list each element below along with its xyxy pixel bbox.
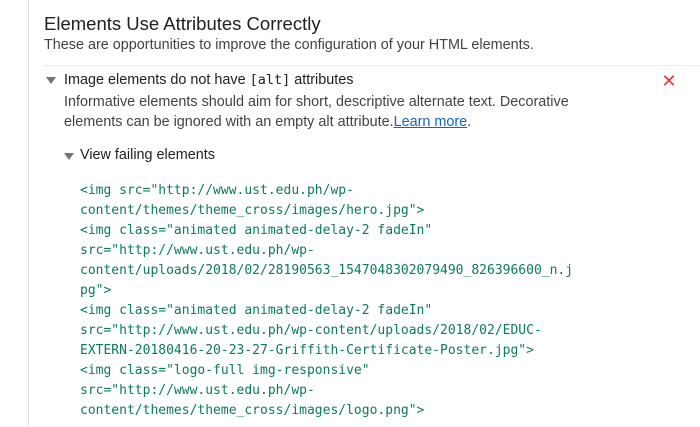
audit-title[interactable]: Image elements do not have [alt] attribu… [64, 72, 353, 88]
audit-title-prefix: Image elements do not have [64, 72, 250, 88]
audit-expand-caret-icon[interactable] [46, 77, 56, 84]
code-line: src="http://www.ust.edu.ph/wp- [80, 243, 315, 258]
learn-more-period: . [467, 114, 472, 130]
section-divider [44, 65, 700, 66]
audit-description: Informative elements should aim for shor… [64, 92, 624, 132]
code-line: pg"> [80, 283, 112, 298]
code-line: src="http://www.ust.edu.ph/wp- [80, 383, 315, 398]
failing-elements-code: <img src="http://www.ust.edu.ph/wp- cont… [80, 181, 640, 421]
code-line: <img src="http://www.ust.edu.ph/wp- [80, 183, 354, 198]
audit-title-suffix: attributes [290, 72, 354, 88]
view-failing-elements-toggle[interactable]: View failing elements [80, 147, 215, 163]
section-description: These are opportunities to improve the c… [44, 37, 534, 53]
code-line: content/themes/theme_cross/images/hero.j… [80, 203, 425, 218]
learn-more-link[interactable]: Learn more [394, 114, 468, 130]
details-expand-caret-icon[interactable] [64, 153, 74, 160]
code-line: content/uploads/2018/02/28190563_1547048… [80, 263, 574, 278]
audit-title-code: [alt] [249, 72, 291, 88]
audit-description-text: Informative elements should aim for shor… [64, 94, 569, 130]
code-line: content/themes/theme_cross/images/logo.p… [80, 403, 425, 418]
code-line: <img class="animated animated-delay-2 fa… [80, 223, 433, 238]
code-line: EXTERN-20180416-20-23-27-Griffith-Certif… [80, 343, 534, 358]
audit-group-panel: Elements Use Attributes Correctly These … [28, 0, 700, 427]
code-line: src="http://www.ust.edu.ph/wp-content/up… [80, 323, 542, 338]
section-title: Elements Use Attributes Correctly [44, 13, 321, 34]
fail-x-icon: ✕ [661, 71, 677, 91]
code-line: <img class="logo-full img-responsive" [80, 363, 370, 378]
code-line: <img class="animated animated-delay-2 fa… [80, 303, 433, 318]
